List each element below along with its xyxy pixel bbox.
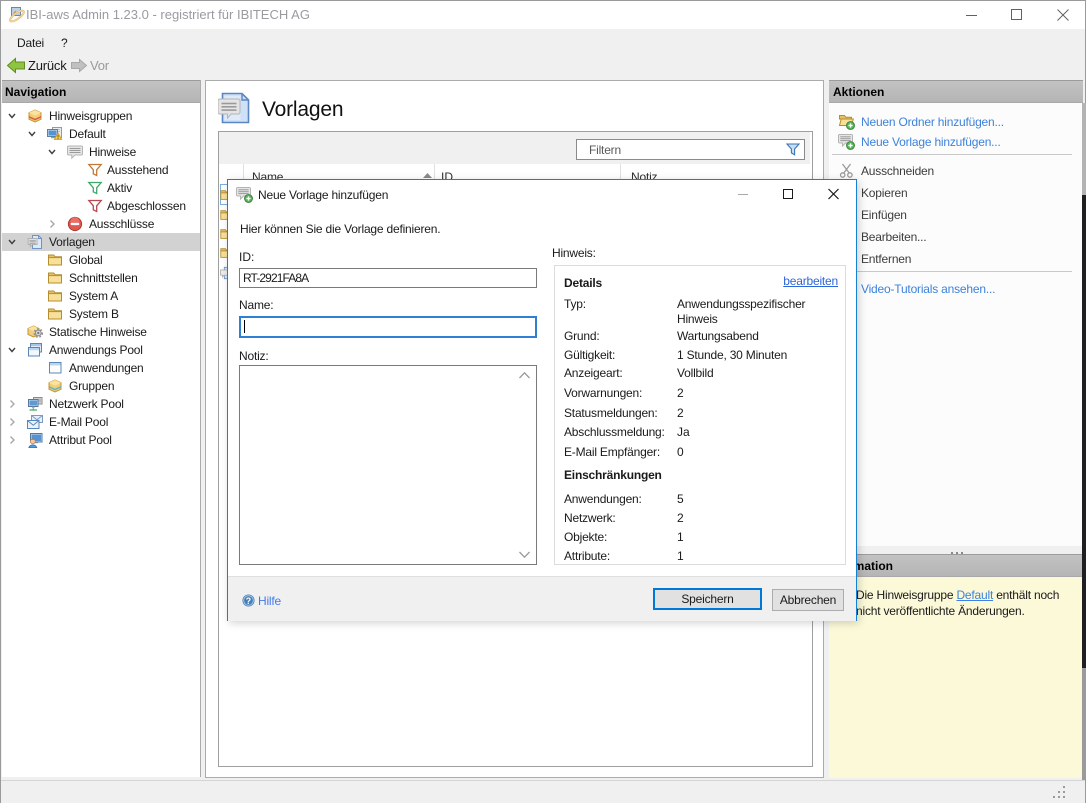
svg-text:?: ?: [246, 596, 251, 606]
